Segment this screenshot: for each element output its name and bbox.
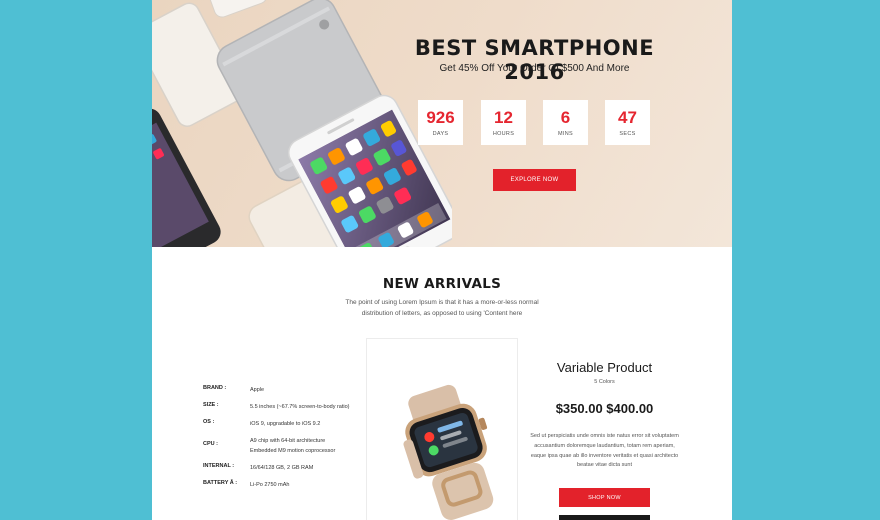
smartwatch-image bbox=[403, 384, 494, 520]
spec-value: 16/64/128 GB, 2 GB RAM bbox=[250, 465, 314, 471]
spec-value: A9 chip with 64-bit architecture Embedde… bbox=[250, 438, 336, 454]
hero-title: BEST SMARTPHONE 2016 bbox=[414, 36, 655, 84]
countdown-days: 926 DAYS bbox=[418, 100, 463, 145]
section-title: NEW ARRIVALS bbox=[382, 276, 502, 292]
countdown-label: SECS bbox=[619, 131, 636, 137]
spec-value: 5.5 inches (~67.7% screen-to-body ratio) bbox=[250, 404, 350, 410]
spec-key: INTERNAL : bbox=[203, 463, 235, 469]
spec-key: BRAND : bbox=[203, 385, 227, 391]
explore-now-button[interactable]: EXPLORE NOW bbox=[493, 169, 576, 191]
spec-key: OS : bbox=[203, 419, 215, 425]
hero-banner: BEST SMARTPHONE 2016 Get 45% Off Your Or… bbox=[152, 0, 732, 247]
countdown-value: 47 bbox=[618, 108, 637, 127]
spec-value: iOS 9, upgradable to iOS 9.2 bbox=[250, 421, 321, 427]
secondary-button[interactable] bbox=[559, 515, 650, 520]
countdown-label: HOURS bbox=[492, 131, 515, 137]
spec-value: Li-Po 2750 mAh bbox=[250, 482, 290, 488]
product-image-card[interactable] bbox=[366, 338, 518, 520]
product-price: $350.00 $400.00 bbox=[555, 401, 654, 416]
product-colors: 5 Colors bbox=[594, 379, 615, 385]
spec-key: SIZE : bbox=[203, 402, 219, 408]
section-description: The point of using Lorem Ipsum is that i… bbox=[345, 299, 539, 317]
spec-key: BATTERY Â : bbox=[203, 480, 238, 486]
landing-page: BEST SMARTPHONE 2016 Get 45% Off Your Or… bbox=[152, 0, 732, 520]
countdown-value: 6 bbox=[560, 108, 571, 127]
spec-value: Apple bbox=[250, 387, 265, 393]
countdown-label: MINS bbox=[558, 131, 573, 137]
countdown-value: 12 bbox=[494, 108, 513, 127]
shop-now-button[interactable]: SHOP NOW bbox=[559, 488, 650, 507]
hero-subtitle: Get 45% Off Your Order Of $500 And More bbox=[439, 63, 630, 74]
product-description: Sed ut perspiciatis unde omnis iste natu… bbox=[530, 433, 679, 469]
countdown-secs: 47 SECS bbox=[605, 100, 650, 145]
product-name[interactable]: Variable Product bbox=[522, 360, 687, 375]
countdown-hours: 12 HOURS bbox=[481, 100, 526, 145]
spec-key: CPU : bbox=[203, 441, 218, 447]
countdown-label: DAYS bbox=[432, 131, 449, 137]
countdown-mins: 6 MINS bbox=[543, 100, 588, 145]
countdown-value: 926 bbox=[426, 108, 455, 127]
